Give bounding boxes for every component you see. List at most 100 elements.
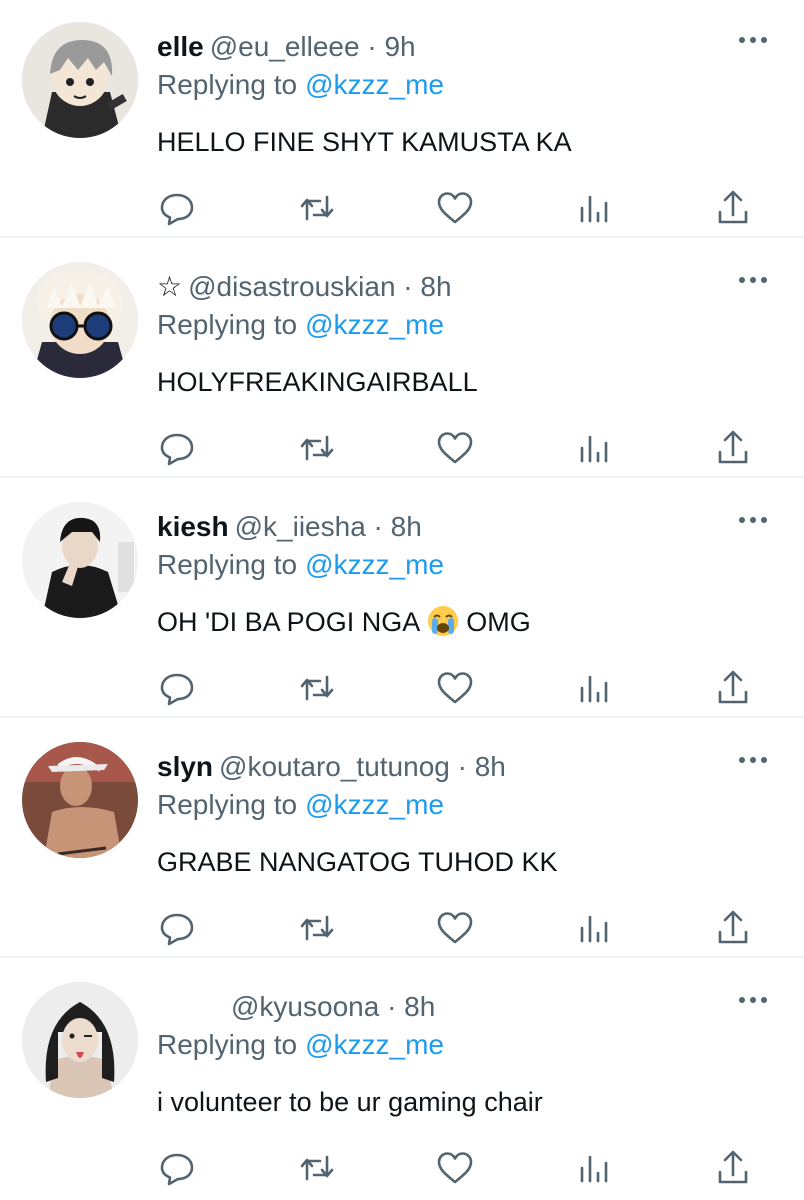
retweet-icon [300,1155,334,1181]
tweet-header: slyn @koutaro_tutunog · 8h [157,750,506,784]
more-options-button[interactable] [736,510,770,530]
timestamp[interactable]: · 8h [403,271,451,302]
retweet-button[interactable] [297,428,337,468]
timestamp[interactable]: · 8h [387,991,435,1022]
more-options-button[interactable] [736,270,770,290]
avatar-image [22,742,138,858]
avatar-image [22,982,138,1098]
tweet-header: @kyusoona · 8h [157,990,435,1024]
replying-label: Replying to [157,549,298,580]
more-dots-icon [739,757,767,763]
display-name[interactable]: kiesh [157,511,229,542]
reply-button[interactable] [157,668,197,708]
handle[interactable]: @koutaro_tutunog [219,751,450,782]
tweet-reply[interactable]: ☆ @disastrouskian · 8h Replying to @kzzz_m… [0,240,804,478]
handle[interactable]: @k_iiesha [235,511,366,542]
retweet-icon [300,675,334,701]
mention-link[interactable]: @kzzz_me [305,1029,444,1060]
views-button[interactable] [573,908,613,948]
avatar-image [22,262,138,378]
display-name[interactable]: ☆ [157,271,182,302]
avatar-image [22,22,138,138]
share-button[interactable] [713,428,753,468]
retweet-button[interactable] [297,188,337,228]
replying-to: Replying to @kzzz_me [157,1028,444,1062]
views-button[interactable] [573,1148,613,1188]
avatar[interactable] [22,22,138,138]
views-button[interactable] [573,668,613,708]
heart-icon [437,672,473,704]
reply-button[interactable] [157,428,197,468]
retweet-icon [300,195,334,221]
timestamp[interactable]: · 8h [374,511,422,542]
retweet-icon [300,435,334,461]
action-bar [0,1148,804,1188]
more-dots-icon [739,37,767,43]
comment-icon [160,433,194,466]
handle[interactable]: @disastrouskian [188,271,395,302]
like-button[interactable] [435,428,475,468]
retweet-button[interactable] [297,1148,337,1188]
mention-link[interactable]: @kzzz_me [305,549,444,580]
share-icon [718,1150,748,1184]
more-dots-icon [739,277,767,283]
more-options-button[interactable] [736,990,770,1010]
more-options-button[interactable] [736,750,770,770]
tweet-text: i volunteer to be ur gaming chair [157,1087,543,1117]
handle[interactable]: @eu_elleee [210,31,360,62]
share-button[interactable] [713,188,753,228]
display-name[interactable]: slyn [157,751,213,782]
comment-icon [160,673,194,706]
timestamp[interactable]: · 9h [367,31,415,62]
analytics-icon [580,1155,608,1183]
tweet-header: kiesh @k_iiesha · 8h [157,510,422,544]
display-name[interactable]: elle [157,31,204,62]
more-dots-icon [739,997,767,1003]
tweet-reply[interactable]: elle @eu_elleee · 9h Replying to @kzzz_me … [0,0,804,238]
loudly-crying-face-emoji [428,606,459,636]
handle[interactable]: @kyusoona [231,991,379,1022]
share-button[interactable] [713,908,753,948]
mention-link[interactable]: @kzzz_me [305,69,444,100]
tweet-text-part: OMG [466,607,531,637]
share-icon [718,910,748,944]
tweet-header: ☆ @disastrouskian · 8h [157,270,452,304]
heart-icon [437,192,473,224]
replying-to: Replying to @kzzz_me [157,68,444,102]
avatar[interactable] [22,502,138,618]
tweet-header: elle @eu_elleee · 9h [157,30,416,64]
mention-link[interactable]: @kzzz_me [305,309,444,340]
more-dots-icon [739,517,767,523]
like-button[interactable] [435,1148,475,1188]
retweet-button[interactable] [297,908,337,948]
tweet-reply[interactable]: @kyusoona · 8h Replying to @kzzz_me i vol… [0,960,804,1198]
reply-button[interactable] [157,1148,197,1188]
share-button[interactable] [713,1148,753,1188]
action-bar [0,428,804,468]
analytics-icon [580,435,608,463]
retweet-icon [300,915,334,941]
share-button[interactable] [713,668,753,708]
reply-button[interactable] [157,908,197,948]
retweet-button[interactable] [297,668,337,708]
views-button[interactable] [573,428,613,468]
replying-to: Replying to @kzzz_me [157,548,444,582]
views-button[interactable] [573,188,613,228]
timestamp[interactable]: · 8h [458,751,506,782]
reply-feed: elle @eu_elleee · 9h Replying to @kzzz_me … [0,0,804,1200]
avatar[interactable] [22,982,138,1098]
tweet-reply[interactable]: kiesh @k_iiesha · 8h Replying to @kzzz_me … [0,480,804,718]
heart-icon [437,1152,473,1184]
like-button[interactable] [435,188,475,228]
comment-icon [160,913,194,946]
reply-button[interactable] [157,188,197,228]
action-bar [0,908,804,948]
tweet-text-part: OH 'DI BA POGI NGA [157,607,421,637]
tweet-reply[interactable]: slyn @koutaro_tutunog · 8h Replying to @kz… [0,720,804,958]
like-button[interactable] [435,668,475,708]
avatar[interactable] [22,742,138,858]
mention-link[interactable]: @kzzz_me [305,789,444,820]
like-button[interactable] [435,908,475,948]
avatar[interactable] [22,262,138,378]
more-options-button[interactable] [736,30,770,50]
